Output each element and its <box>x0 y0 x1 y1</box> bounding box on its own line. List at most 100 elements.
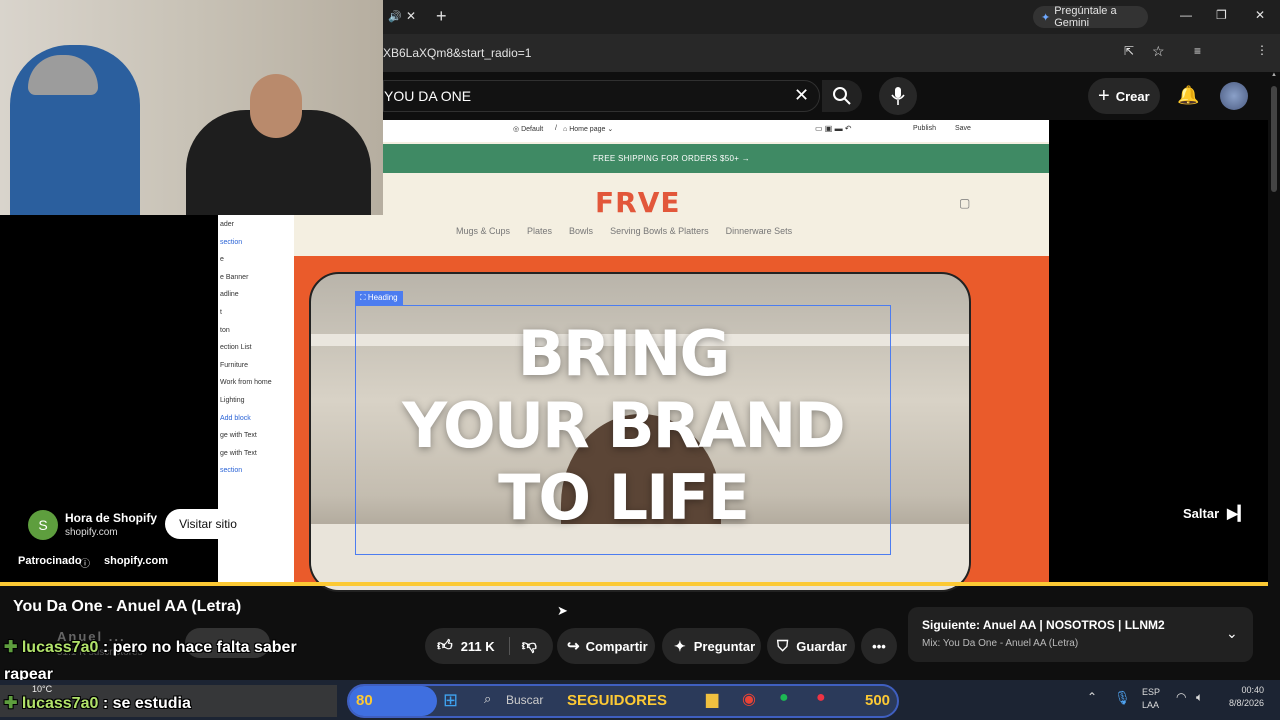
hero-line-2: YOUR BRAND <box>402 389 845 462</box>
scroll-up-icon[interactable]: ▲ <box>1271 72 1277 78</box>
sidebar-item[interactable]: Lighting <box>218 392 294 410</box>
page-scrollbar[interactable]: ▲ <box>1268 72 1280 680</box>
taskbar: 10°C ✚ lucass7a0 : se estudia 80 SEGUIDO… <box>0 680 1280 720</box>
volume-icon[interactable]: 🔈︎ <box>1196 690 1203 705</box>
ask-button[interactable]: ✦ Preguntar <box>662 628 761 664</box>
visit-site-button[interactable]: Visitar sitio <box>165 509 251 539</box>
sidebar-item[interactable]: Work from home <box>218 374 294 392</box>
chevron-down-icon[interactable]: ⌄ <box>1226 625 1238 642</box>
search-value: YOU DA ONE <box>384 88 472 104</box>
dislike-icon[interactable]: 👎︎ <box>508 637 537 655</box>
more-actions-button[interactable]: ••• <box>861 628 897 664</box>
sidebar-item[interactable]: section <box>218 234 294 252</box>
menu-dots-icon[interactable]: ⋮ <box>1256 43 1268 57</box>
goal-current: 80 <box>356 692 373 709</box>
create-button[interactable]: + Crear <box>1088 78 1160 114</box>
sidebar-item[interactable]: ection List <box>218 339 294 357</box>
save-video-button[interactable]: ⛉ Guardar <box>767 628 855 664</box>
maximize-icon[interactable]: ❐ <box>1216 8 1227 22</box>
notifications-bell-icon[interactable]: 🔔 <box>1177 85 1199 106</box>
shop-nav-item[interactable]: Plates <box>527 226 552 236</box>
skip-ad-button[interactable]: Saltar ▶▎ <box>1183 505 1249 522</box>
tray-expand-icon[interactable]: ⌃ <box>1087 690 1097 704</box>
clear-search-icon[interactable]: ✕ <box>794 85 809 106</box>
sidebar-item[interactable]: section <box>218 462 294 480</box>
visit-site-label: Visitar sitio <box>179 517 237 531</box>
shop-logo: FRVE <box>595 186 681 219</box>
like-count[interactable]: 211 K <box>461 639 495 654</box>
save-button[interactable]: Save <box>955 125 971 132</box>
sidebar-item[interactable]: t <box>218 304 294 322</box>
sidebar-item[interactable]: Add block <box>218 410 294 428</box>
language-code[interactable]: ESP <box>1142 687 1160 697</box>
install-icon[interactable]: ⇱ <box>1124 44 1134 58</box>
taskbar-search-icon[interactable]: ⌕ <box>484 691 491 707</box>
gemini-label: Pregúntale a Gemini <box>1054 5 1117 29</box>
clock-time[interactable]: 00:40 <box>1226 685 1264 695</box>
spotify-icon[interactable]: ● <box>779 689 789 707</box>
ad-footer-domain[interactable]: shopify.com <box>104 555 168 567</box>
sidebar-item[interactable]: Furniture <box>218 357 294 375</box>
keyboard-layout[interactable]: LAA <box>1142 700 1159 710</box>
sidebar-item[interactable]: ton <box>218 322 294 340</box>
close-window-icon[interactable]: ✕ <box>1255 8 1265 22</box>
like-icon[interactable]: 👍︎ <box>437 637 453 655</box>
bookmark-star-icon[interactable]: ☆ <box>1152 43 1165 60</box>
up-next-card[interactable]: Siguiente: Anuel AA | NOSOTROS | LLNM2 M… <box>908 607 1253 662</box>
sidebar-item[interactable]: adline <box>218 286 294 304</box>
share-button[interactable]: ↪ Compartir <box>557 628 655 664</box>
video-title: You Da One - Anuel AA (Letra) <box>13 598 242 615</box>
shop-nav-item[interactable]: Mugs & Cups <box>456 226 510 236</box>
cart-icon[interactable]: ▢ <box>959 196 970 210</box>
wifi-icon[interactable]: ◠ <box>1176 690 1186 704</box>
home-page-selector[interactable]: ⌂ Home page ⌄ <box>563 125 613 133</box>
save-video-label: Guardar <box>796 638 847 654</box>
home-label: Home page <box>569 126 606 133</box>
search-input[interactable]: YOU DA ONE ✕ <box>383 80 820 112</box>
skip-icon: ▶▎ <box>1227 505 1249 521</box>
chat-badge-icon: ✚ <box>4 639 22 656</box>
default-theme[interactable]: ◎ Default <box>513 125 543 133</box>
ad-name: Hora de Shopify <box>65 511 158 525</box>
windows-start-icon[interactable]: ⊞ <box>443 690 458 711</box>
taskbar-search[interactable]: Buscar <box>506 693 543 707</box>
app-icon[interactable]: ● <box>816 689 826 707</box>
media-icon[interactable]: ≡ <box>1194 44 1201 58</box>
shop-nav: Mugs & Cups Plates Bowls Serving Bowls & Pl… <box>456 226 792 236</box>
audio-icon[interactable]: 🔊 <box>388 10 402 23</box>
sidebar-item[interactable]: ader <box>218 216 294 234</box>
minimize-icon[interactable]: — <box>1180 8 1192 22</box>
heading-tag-label: Heading <box>367 293 398 302</box>
sidebar-item[interactable]: e <box>218 251 294 269</box>
create-label: Crear <box>1115 88 1150 104</box>
info-icon[interactable]: ⓘ <box>80 555 90 570</box>
new-tab-icon[interactable]: + <box>436 6 447 27</box>
mouse-cursor-icon: ➤ <box>557 603 568 618</box>
shop-nav-item[interactable]: Dinnerware Sets <box>726 226 793 236</box>
share-icon: ↪ <box>567 638 580 655</box>
chrome-icon[interactable]: ◉ <box>742 689 756 709</box>
device-icons[interactable]: ▭ ▣ ▬ ↶ <box>815 124 852 133</box>
url-field[interactable]: XB6LaXQm8&start_radio=1 <box>383 46 531 60</box>
bookmark-icon: ⛉ <box>777 637 789 655</box>
chat-text-2: : se estudia <box>102 695 191 712</box>
clock-date[interactable]: 8/8/2026 <box>1222 698 1264 708</box>
ad-progress-bar[interactable] <box>0 582 1268 586</box>
sidebar-item[interactable]: ge with Text <box>218 427 294 445</box>
sponsored-label: Patrocinado <box>18 555 82 567</box>
account-avatar[interactable] <box>1220 82 1248 110</box>
search-button[interactable] <box>822 80 862 112</box>
shop-nav-item[interactable]: Serving Bowls & Platters <box>610 226 709 236</box>
publish-button[interactable]: Publish <box>913 125 936 132</box>
chat-username-2: lucass7a0 <box>21 695 99 712</box>
file-explorer-icon[interactable]: ▆ <box>706 689 718 709</box>
shop-nav-item[interactable]: Bowls <box>569 226 593 236</box>
sidebar-item[interactable]: e Banner <box>218 269 294 287</box>
scroll-thumb[interactable] <box>1271 86 1277 192</box>
sidebar-item[interactable]: ge with Text <box>218 445 294 463</box>
gemini-button[interactable]: ✦ Pregúntale a Gemini <box>1033 5 1148 29</box>
tray-mic-icon[interactable]: 🎙︎ <box>1114 690 1131 706</box>
face-right <box>250 74 302 138</box>
voice-search-button[interactable] <box>879 77 917 115</box>
close-tab-icon[interactable]: ✕ <box>406 9 416 23</box>
